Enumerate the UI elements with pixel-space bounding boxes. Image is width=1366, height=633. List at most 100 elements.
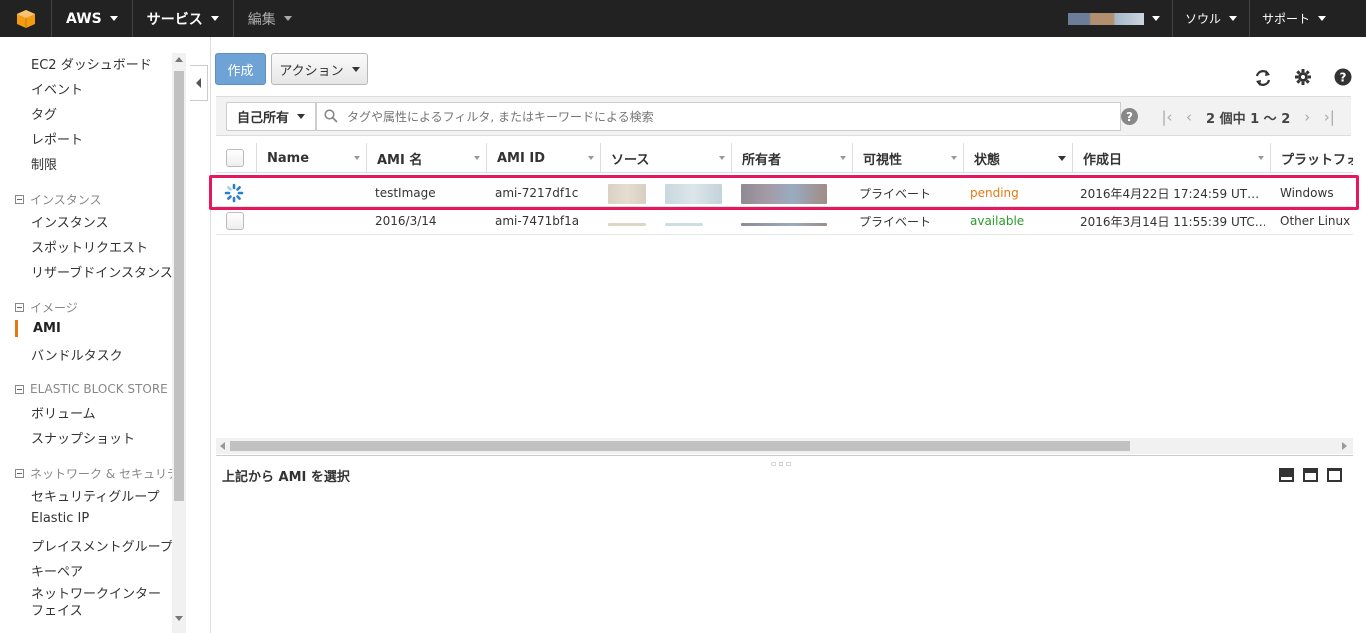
source-redacted [665, 223, 703, 226]
pane-splitter[interactable] [216, 455, 1353, 456]
active-indicator [15, 320, 18, 337]
column-platform[interactable]: プラットフォー [1270, 143, 1353, 173]
first-page-icon[interactable]: |‹ [1156, 108, 1178, 126]
chevron-down-icon [210, 16, 219, 21]
cell-ami-id: ami-7471bf1a [495, 214, 580, 228]
sidebar-group-instances[interactable]: インスタンス [15, 191, 102, 208]
refresh-icon[interactable] [1252, 67, 1274, 89]
support-menu[interactable]: サポート [1248, 0, 1366, 37]
sort-icon [840, 156, 846, 160]
select-all-checkbox[interactable] [226, 149, 244, 167]
column-label: 作成日 [1083, 152, 1123, 168]
aws-logo-icon[interactable] [0, 0, 52, 37]
sidebar-item-network-interfaces[interactable]: ネットワークインターフェイス [31, 586, 166, 620]
sort-icon [951, 156, 957, 160]
sidebar-item-ec2-dashboard[interactable]: EC2 ダッシュボード [31, 54, 152, 73]
scroll-right-icon[interactable] [1342, 442, 1347, 450]
services-menu[interactable]: サービス [133, 0, 234, 37]
sidebar-item-reports[interactable]: レポート [31, 129, 83, 148]
create-button[interactable]: 作成 [215, 53, 266, 85]
column-label: 所有者 [742, 152, 782, 168]
next-page-icon[interactable]: › [1296, 108, 1318, 126]
sidebar-item-reserved-instances[interactable]: リザーブドインスタンス [31, 262, 172, 281]
aws-menu-label: AWS [66, 10, 102, 27]
collapse-icon [15, 195, 24, 204]
sidebar-item-volumes[interactable]: ボリューム [31, 403, 96, 422]
aws-menu[interactable]: AWS [52, 0, 133, 37]
column-label: AMI ID [497, 150, 545, 166]
sidebar-item-events[interactable]: イベント [31, 79, 83, 98]
sidebar-group-images[interactable]: イメージ [15, 299, 78, 316]
sidebar-scroll-thumb[interactable] [174, 71, 184, 501]
sidebar-item-security-groups[interactable]: セキュリティグループ [31, 486, 159, 505]
owner-filter-dropdown[interactable]: 自己所有 [226, 102, 316, 131]
column-name[interactable]: Name [256, 143, 366, 173]
edit-menu-label: 編集 [247, 11, 276, 28]
column-label: 可視性 [863, 152, 903, 168]
chevron-left-icon [196, 78, 201, 88]
pane-minimize-icon[interactable] [1279, 468, 1294, 482]
sidebar-group-network-security[interactable]: ネットワーク & セキュリティ [15, 465, 172, 482]
column-source[interactable]: ソース [600, 143, 731, 173]
owner-filter-label: 自己所有 [236, 111, 289, 126]
column-ami-id[interactable]: AMI ID [486, 143, 600, 173]
support-label: サポート [1261, 12, 1310, 26]
svg-text:?: ? [1340, 71, 1347, 85]
sort-icon [719, 156, 725, 160]
column-ami-name[interactable]: AMI 名 [366, 143, 486, 173]
column-state[interactable]: 状態 [963, 143, 1072, 173]
column-label: プラットフォー [1281, 152, 1353, 168]
filter-help-icon[interactable]: ? [1121, 108, 1138, 125]
search-input[interactable] [316, 102, 1121, 131]
pane-split-icon[interactable] [1303, 468, 1318, 482]
sidebar-item-tags[interactable]: タグ [31, 104, 57, 123]
sidebar-item-spot-requests[interactable]: スポットリクエスト [31, 237, 148, 256]
collapse-sidebar-button[interactable] [190, 65, 208, 101]
edit-menu[interactable]: 編集 [234, 0, 306, 37]
collapse-icon [15, 303, 24, 312]
column-owner[interactable]: 所有者 [731, 143, 852, 173]
actions-button[interactable]: アクション [271, 53, 368, 85]
sidebar-group-label: インスタンス [30, 193, 102, 207]
table-horizontal-scrollbar[interactable] [216, 438, 1353, 454]
help-icon[interactable]: ? [1332, 66, 1354, 88]
cell-state-available: available [970, 214, 1025, 228]
pane-maximize-icon[interactable] [1327, 468, 1342, 482]
sidebar-item-ami[interactable]: AMI [33, 321, 61, 336]
pagination: |‹ ‹ 2 個中 1 〜 2 › ›| [1156, 107, 1340, 127]
gear-icon[interactable] [1292, 66, 1314, 88]
detail-pane-title: 上記から AMI を選択 [222, 470, 350, 485]
sidebar-group-ebs[interactable]: ELASTIC BLOCK STORE [15, 382, 168, 396]
sidebar-scrollbar[interactable] [172, 53, 186, 633]
table-row[interactable]: 2016/3/14 ami-7471bf1a プライベート available … [216, 207, 1353, 235]
source-redacted [608, 223, 646, 226]
sidebar-item-limits[interactable]: 制限 [31, 154, 57, 173]
account-menu[interactable] [1056, 0, 1172, 37]
sidebar-item-instances[interactable]: インスタンス [31, 212, 108, 231]
last-page-icon[interactable]: ›| [1318, 108, 1340, 126]
scroll-left-icon[interactable] [220, 442, 225, 450]
column-label: Name [267, 150, 310, 166]
column-visibility[interactable]: 可視性 [852, 143, 963, 173]
prev-page-icon[interactable]: ‹ [1178, 108, 1200, 126]
chevron-down-icon [1318, 16, 1326, 21]
collapse-icon [15, 384, 24, 394]
search-icon [324, 109, 338, 127]
sidebar-item-bundle-tasks[interactable]: バンドルタスク [31, 345, 123, 364]
scroll-down-icon[interactable] [175, 616, 183, 621]
sidebar-item-placement-groups[interactable]: プレイスメントグループ [31, 536, 172, 555]
sidebar-group-label: イメージ [30, 301, 78, 315]
scroll-up-icon[interactable] [175, 57, 183, 62]
actions-button-label: アクション [279, 63, 344, 79]
resize-grip-icon[interactable]: ▫▫▫ [771, 459, 793, 468]
sidebar-item-elastic-ip[interactable]: Elastic IP [31, 511, 89, 526]
sidebar: EC2 ダッシュボード イベント タグ レポート 制限 インスタンス インスタン… [0, 37, 172, 633]
region-menu[interactable]: ソウル [1171, 0, 1249, 37]
column-label: AMI 名 [377, 152, 423, 168]
horizontal-scroll-thumb[interactable] [230, 441, 1130, 451]
highlight-annotation [209, 175, 1359, 210]
sidebar-item-snapshots[interactable]: スナップショット [31, 428, 135, 447]
sidebar-item-key-pairs[interactable]: キーペア [31, 561, 83, 580]
row-checkbox[interactable] [226, 212, 244, 230]
column-creation-date[interactable]: 作成日 [1072, 143, 1270, 173]
